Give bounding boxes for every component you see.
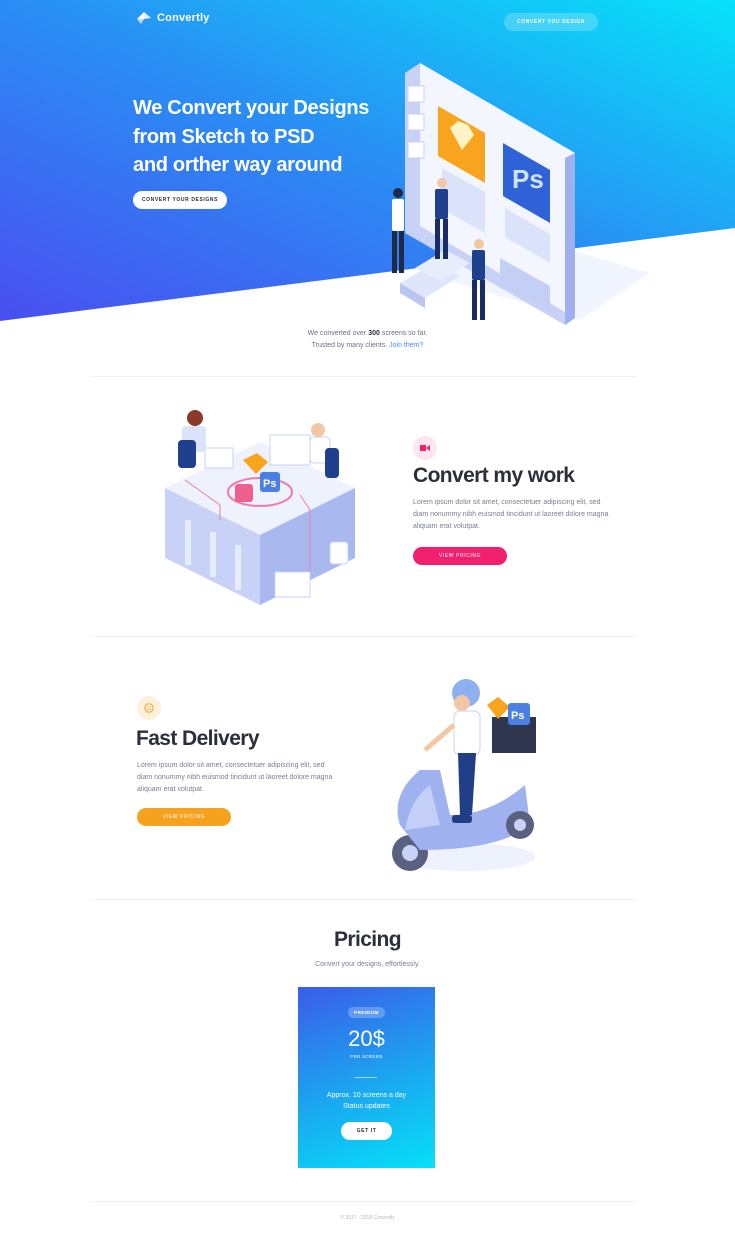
feature-text-delivery: Lorem ipsum dolor sit amet, consectetuer… (137, 762, 333, 794)
plan-price-unit: PER SCREEN (350, 1054, 383, 1059)
brand-name: Convertly (157, 12, 210, 24)
plan-feature: Approx. 10 screens a day (326, 1092, 407, 1099)
hero-title: We Convert your Designs from Sketch to P… (133, 94, 369, 180)
person-figure (392, 188, 404, 273)
nav-convert-button[interactable]: CONVERT YOU DESIGN (504, 13, 598, 31)
trust-count: 300 (368, 330, 380, 337)
brand-logo[interactable]: Convertly (136, 10, 210, 26)
section-divider (90, 1201, 636, 1202)
hero-title-line-2: from Sketch to PSD (133, 125, 315, 148)
svg-text:Ps: Ps (263, 478, 276, 490)
person-figure (472, 239, 485, 320)
delivery-scooter-illustration: Ps (392, 679, 536, 871)
sketch-convert-icon (420, 445, 430, 451)
view-pricing-button[interactable]: VIEW PRICING (137, 808, 231, 826)
svg-text:Ps: Ps (511, 710, 524, 722)
feature-icon-convert (413, 436, 437, 460)
section-divider (90, 636, 636, 637)
plan-badge: PREMIUM (348, 1007, 385, 1018)
section-divider (90, 899, 636, 900)
feature-title-delivery: Fast Delivery (136, 727, 260, 750)
trust-suffix: screens so far. (379, 330, 428, 337)
trust-line-2: Trusted by many clients. Join them? (0, 340, 735, 352)
pricing-subtitle: Convert your designs, effortlessly. (315, 961, 420, 968)
section-divider (90, 376, 636, 377)
convert-work-illustration: Ps (165, 410, 355, 605)
hero-convert-button[interactable]: CONVERT YOUR DESIGNS (133, 191, 227, 209)
pricing-title: Pricing (334, 928, 402, 951)
card-divider (355, 1077, 377, 1078)
feature-title-convert: Convert my work (413, 464, 575, 487)
trust-text: We converted over 300 screens so far. Tr… (0, 328, 735, 352)
footer-copyright: © 2017 - 2018 Convertly (340, 1215, 395, 1221)
plan-price: 20$ (348, 1026, 385, 1051)
svg-text:Ps: Ps (512, 164, 544, 194)
trust-line2-text: Trusted by many clients. (311, 342, 390, 349)
hero-title-line-1: We Convert your Designs (133, 97, 370, 119)
feature-icon-delivery (137, 696, 161, 720)
hero-title-line-3: and orther way around (133, 154, 343, 176)
hero-illustration: Ps (392, 63, 650, 325)
smiley-icon (144, 703, 154, 713)
logo-mark-icon (137, 12, 151, 24)
hero-section: Convertly CONVERT YOU DESIGN We Convert … (0, 0, 735, 330)
trust-prefix: We converted over (307, 330, 369, 337)
feature-text-convert: Lorem ipsum dolor sit amet, consectetuer… (413, 499, 609, 531)
join-link[interactable]: Join them? (389, 342, 423, 349)
trust-line-1: We converted over 300 screens so far. (0, 328, 735, 340)
view-pricing-button[interactable]: VIEW PRICING (413, 547, 507, 565)
get-it-button[interactable]: GET IT (341, 1122, 392, 1140)
plan-feature: Status updates (343, 1103, 390, 1110)
